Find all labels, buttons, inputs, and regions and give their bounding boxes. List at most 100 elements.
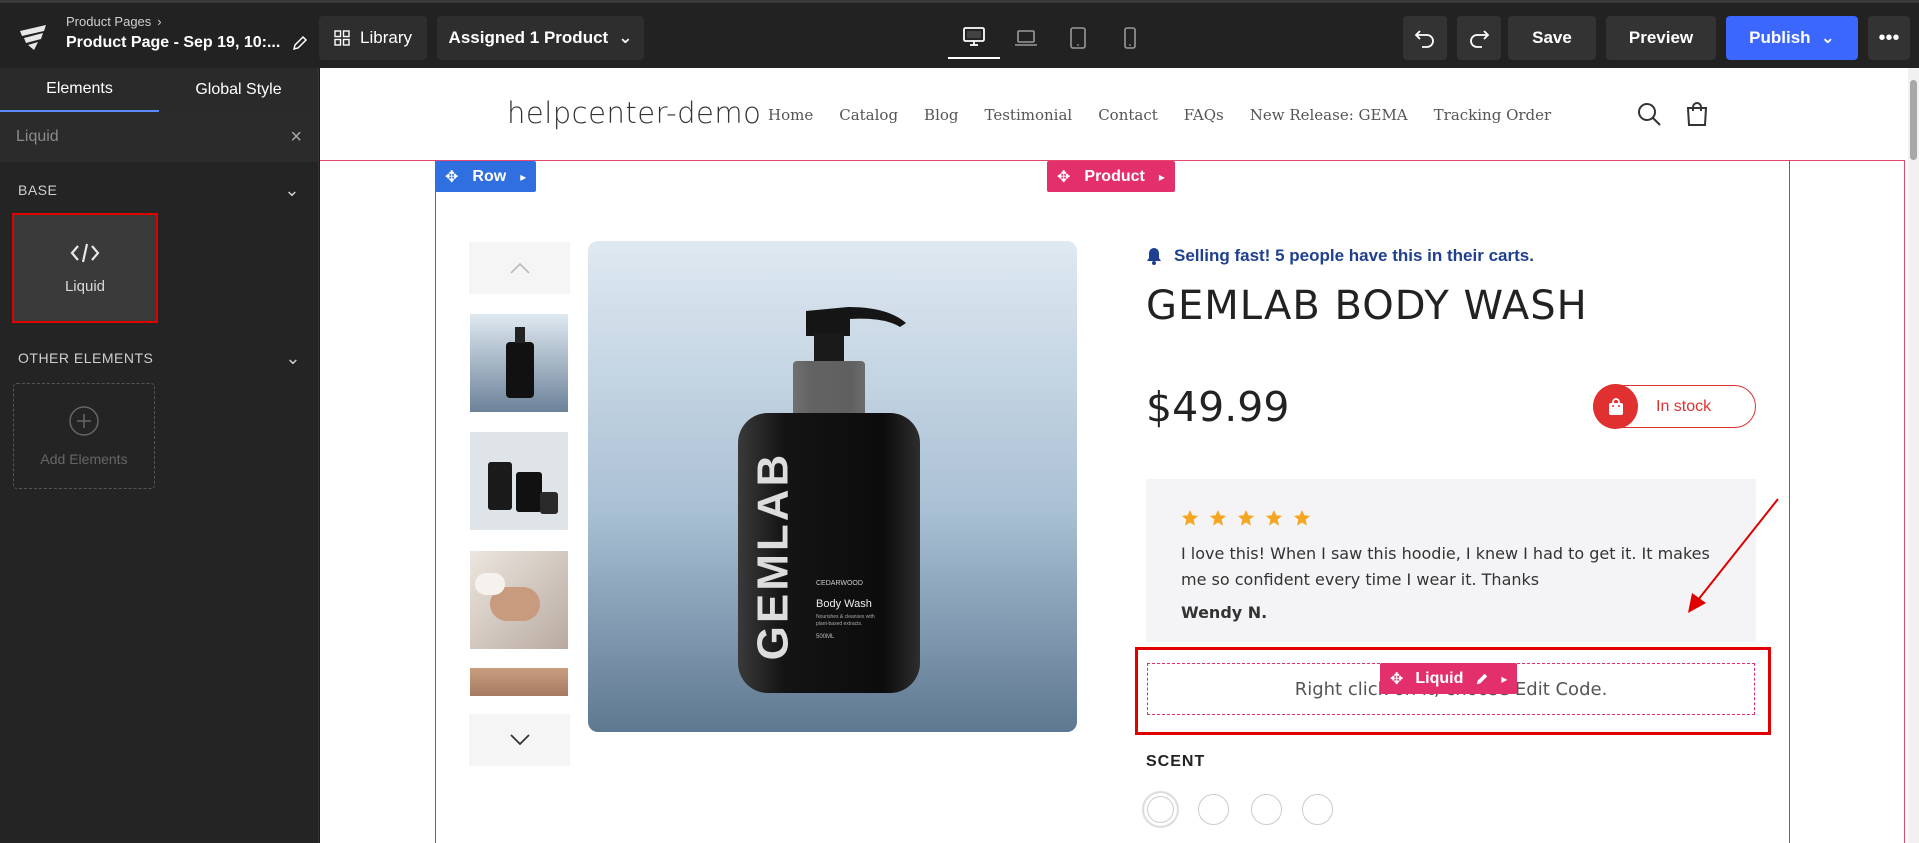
row-element-tag[interactable]: ✥ Row ▸ [435, 161, 537, 192]
product-right-border [1904, 160, 1905, 843]
move-icon[interactable]: ✥ [445, 167, 458, 187]
pencil-icon[interactable] [292, 35, 308, 51]
liquid-element-item[interactable]: Liquid [12, 213, 158, 323]
nav-item-home[interactable]: Home [768, 106, 813, 124]
search-icon[interactable] [1636, 101, 1662, 127]
caret-right-icon[interactable]: ▸ [520, 170, 526, 184]
mobile-view-button[interactable] [1104, 17, 1156, 59]
preview-label: Preview [1628, 28, 1694, 47]
liquid-tag-label: Liquid [1415, 669, 1464, 687]
nav-item-blog[interactable]: Blog [924, 106, 958, 124]
tab-global-style[interactable]: Global Style [159, 68, 318, 112]
assigned-product-dropdown[interactable]: Assigned 1 Product ⌄ [437, 16, 644, 60]
save-button[interactable]: Save [1508, 16, 1596, 60]
element-search: × [0, 112, 318, 162]
rating-stars [1181, 509, 1722, 527]
laptop-view-button[interactable] [1000, 17, 1052, 59]
annotation-arrow-icon [1688, 498, 1779, 613]
bottle-desc-label: Nourishes & cleanses with plant-based ex… [816, 614, 875, 627]
scent-swatch-4[interactable] [1302, 794, 1333, 825]
pencil-icon[interactable] [1475, 672, 1489, 686]
mobile-icon [1124, 27, 1136, 49]
store-logo[interactable]: helpcenter-demo [507, 96, 761, 130]
breadcrumb[interactable]: Product Pages › [66, 14, 162, 29]
base-section-label: BASE [18, 182, 58, 198]
scrollbar-thumb[interactable] [1910, 80, 1917, 160]
other-elements-header[interactable]: OTHER ELEMENTS ⌄ [0, 330, 319, 386]
undo-icon [1414, 30, 1434, 48]
thumb-bottle-image [516, 472, 542, 512]
preview-button[interactable]: Preview [1606, 16, 1716, 60]
nav-item-catalog[interactable]: Catalog [839, 106, 898, 124]
scent-swatch-1[interactable] [1142, 791, 1179, 828]
nav-item-new-release[interactable]: New Release: GEMA [1250, 106, 1408, 124]
tablet-view-button[interactable] [1052, 17, 1104, 59]
base-section-header[interactable]: BASE ⌄ [0, 162, 318, 218]
bottle-brand-label: GEMLAB [748, 451, 797, 661]
star-icon [1293, 509, 1311, 526]
thumbnail-next-button[interactable] [469, 714, 570, 766]
chevron-down-icon: ⌄ [618, 28, 633, 47]
caret-right-icon[interactable]: ▸ [1159, 170, 1165, 184]
move-icon[interactable]: ✥ [1057, 167, 1070, 187]
thumb-towel-image [475, 573, 505, 595]
product-title: GEMLAB BODY WASH [1146, 283, 1588, 329]
page-title: Product Page - Sep 19, 10:... [66, 34, 308, 52]
thumbnail-prev-button[interactable] [469, 242, 570, 294]
library-button[interactable]: Library [319, 16, 427, 60]
clear-search-icon[interactable]: × [290, 126, 302, 149]
thumb-bottle-image [506, 342, 534, 398]
product-element-tag[interactable]: ✥ Product ▸ [1047, 161, 1175, 192]
desktop-view-button[interactable] [948, 17, 1000, 59]
more-options-button[interactable]: ••• [1868, 16, 1910, 60]
caret-right-icon[interactable]: ▸ [1501, 672, 1507, 686]
scent-swatch-3[interactable] [1251, 794, 1282, 825]
search-input[interactable] [16, 128, 256, 146]
scent-label: SCENT [1146, 753, 1206, 770]
liquid-item-label: Liquid [64, 277, 106, 295]
publish-button[interactable]: Publish ⌄ [1726, 16, 1858, 60]
redo-button[interactable] [1457, 16, 1501, 60]
thumbnail-1[interactable] [470, 314, 568, 412]
thumbnail-4[interactable] [470, 668, 568, 696]
bottle-name-label: Body Wash [816, 598, 872, 610]
cart-icon[interactable] [1685, 101, 1709, 127]
app-logo-icon[interactable] [16, 21, 52, 53]
row-tag-label: Row [472, 167, 507, 185]
chevron-up-icon [509, 262, 530, 274]
selling-fast-notice: Selling fast! 5 people have this in thei… [1146, 246, 1534, 266]
store-nav: Home Catalog Blog Testimonial Contact FA… [768, 106, 1551, 124]
shopping-bag-icon [1593, 384, 1638, 429]
bottle-scent-label: CEDARWOOD [816, 580, 863, 587]
thumbnail-3[interactable] [470, 551, 568, 649]
code-icon [70, 243, 100, 262]
body-wash-bottle-image [738, 307, 920, 693]
chevron-down-icon: ⌄ [285, 347, 301, 368]
nav-item-contact[interactable]: Contact [1098, 106, 1158, 124]
move-icon[interactable]: ✥ [1390, 669, 1403, 689]
review-text: I love this! When I saw this hoodie, I k… [1181, 544, 1710, 589]
plus-circle-icon [69, 406, 99, 436]
star-icon [1265, 509, 1283, 526]
row-left-border [435, 160, 436, 843]
more-icon: ••• [1878, 26, 1900, 49]
liquid-element-tag[interactable]: ✥ Liquid ▸ [1380, 663, 1518, 694]
breadcrumb-label: Product Pages [66, 14, 152, 29]
chevron-down-icon: ⌄ [284, 179, 300, 200]
nav-item-testimonial[interactable]: Testimonial [985, 106, 1073, 124]
add-elements-button[interactable]: Add Elements [13, 383, 155, 489]
nav-item-faqs[interactable]: FAQs [1184, 106, 1224, 124]
scent-swatch-2[interactable] [1198, 794, 1229, 825]
canvas-scrollbar[interactable] [1908, 68, 1919, 843]
elements-panel: Elements Global Style × BASE ⌄ Liquid OT… [0, 68, 319, 843]
nav-item-tracking-order[interactable]: Tracking Order [1434, 106, 1552, 124]
other-elements-label: OTHER ELEMENTS [18, 350, 154, 366]
product-main-image[interactable]: GEMLAB CEDARWOOD Body Wash Nourishes & c… [588, 241, 1077, 732]
thumbnail-2[interactable] [470, 432, 568, 530]
star-icon [1237, 509, 1255, 526]
tab-elements[interactable]: Elements [0, 68, 159, 112]
chevron-down-icon [509, 734, 530, 746]
undo-button[interactable] [1403, 16, 1447, 60]
assigned-label: Assigned 1 Product [448, 28, 609, 47]
add-elements-label: Add Elements [40, 451, 128, 467]
